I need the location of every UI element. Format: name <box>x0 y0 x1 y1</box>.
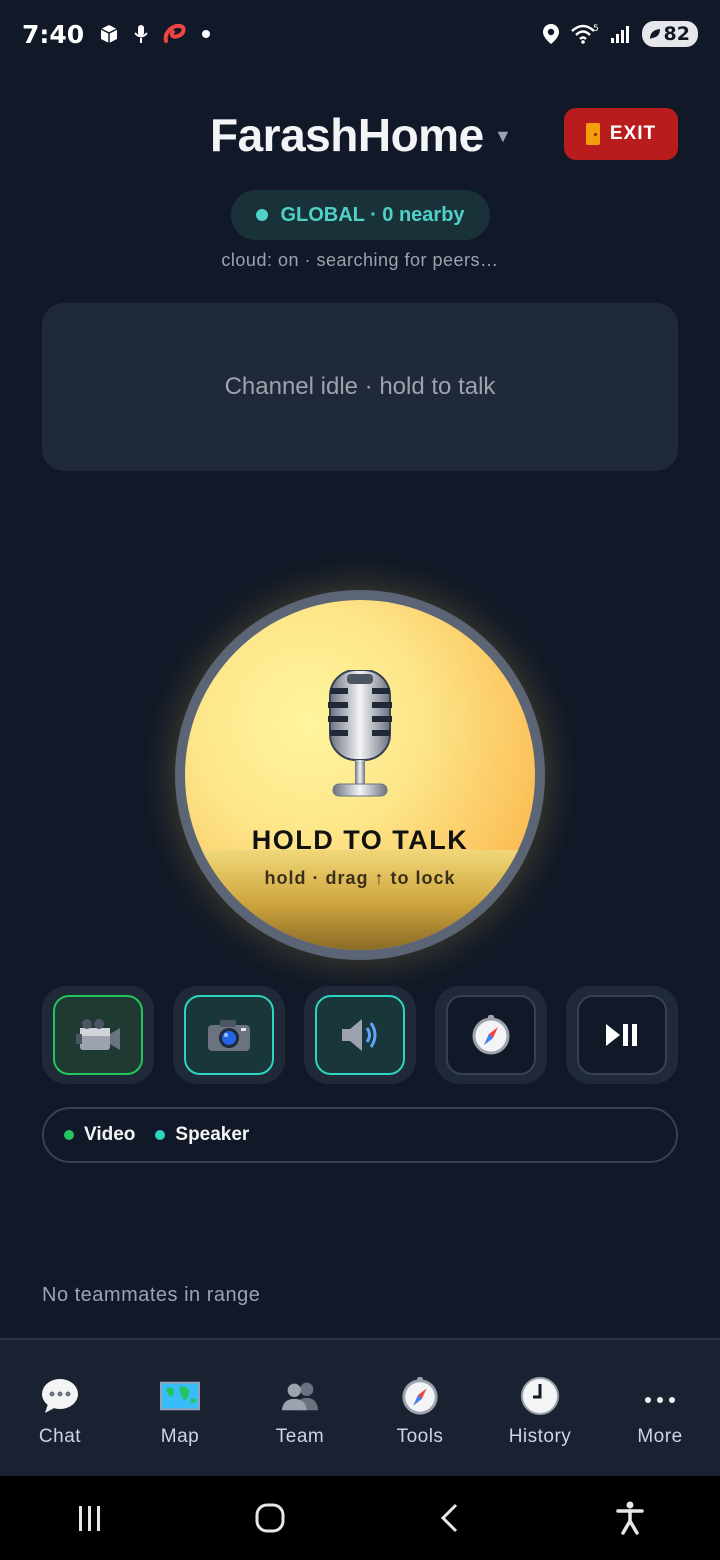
idle-text: Channel idle · hold to talk <box>224 373 496 400</box>
wifi-badge: 5 <box>593 24 599 34</box>
chevron-down-icon[interactable]: ▼ <box>494 126 512 147</box>
tab-chat[interactable]: Chat <box>0 1340 120 1476</box>
push-to-talk-face[interactable]: HOLD TO TALK hold · drag ↑ to lock <box>185 600 535 950</box>
tab-label-tools: Tools <box>396 1426 444 1447</box>
push-to-talk-button[interactable]: HOLD TO TALK hold · drag ↑ to lock <box>175 590 545 960</box>
system-nav-bar <box>0 1476 720 1560</box>
compass-icon <box>400 1376 440 1416</box>
ptt-label: HOLD TO TALK <box>251 825 469 855</box>
channel-title[interactable]: FarashHome <box>210 108 484 162</box>
team-icon <box>280 1376 320 1416</box>
signal-icon <box>610 24 632 44</box>
legend-label-speaker: Speaker <box>175 1124 250 1145</box>
tab-label-map: Map <box>160 1426 200 1447</box>
box-icon <box>98 23 120 45</box>
channel-pill-label: GLOBAL · 0 nearby <box>280 203 465 226</box>
clock-icon <box>520 1376 560 1416</box>
dot-icon <box>202 30 211 38</box>
camera-button[interactable] <box>184 995 274 1075</box>
legend-label-video: Video <box>84 1124 136 1145</box>
tab-label-history: History <box>508 1426 572 1447</box>
mic-icon <box>134 24 148 44</box>
tab-more[interactable]: More <box>600 1340 720 1476</box>
camera-icon <box>208 1020 250 1051</box>
exit-label: EXIT <box>609 123 657 144</box>
home-icon <box>255 1503 285 1533</box>
channel-status-pill[interactable]: GLOBAL · 0 nearby <box>231 190 490 240</box>
compass-icon <box>472 1015 510 1055</box>
tool-slot-playpause <box>566 986 678 1084</box>
play-pause-button[interactable] <box>577 995 667 1075</box>
home-button[interactable] <box>230 1488 310 1548</box>
tab-team[interactable]: Team <box>240 1340 360 1476</box>
accessibility-icon <box>616 1501 644 1535</box>
wifi-icon: 5 <box>570 23 600 45</box>
bottom-tab-bar: Chat Map Team Tools History More <box>0 1338 720 1476</box>
speaker-icon <box>342 1019 377 1051</box>
header: FarashHome ▼ EXIT <box>0 100 720 170</box>
airtel-icon <box>162 21 188 47</box>
speaker-button[interactable] <box>315 995 405 1075</box>
legend-item-speaker: Speaker <box>155 1124 249 1146</box>
tab-label-more: More <box>637 1426 683 1447</box>
compass-button[interactable] <box>446 995 536 1075</box>
status-time: 7:40 <box>22 19 85 49</box>
microphone-icon <box>328 670 392 797</box>
status-bar: 7:40 5 82 <box>0 0 720 68</box>
battery-icon: 82 <box>641 21 698 47</box>
exit-button[interactable]: EXIT <box>564 108 678 160</box>
video-camera-button[interactable] <box>53 995 143 1075</box>
tools-row <box>42 986 678 1084</box>
tool-slot-camera <box>173 986 285 1084</box>
back-button[interactable] <box>410 1488 490 1548</box>
accessibility-button[interactable] <box>590 1488 670 1548</box>
chat-bubble-icon <box>40 1376 80 1416</box>
ptt-sublabel: hold · drag ↑ to lock <box>264 868 456 888</box>
legend-dot-video <box>64 1130 74 1140</box>
status-dot <box>256 209 269 221</box>
tool-slot-compass <box>435 986 547 1084</box>
recents-button[interactable] <box>50 1488 130 1548</box>
video-camera-icon <box>76 1019 120 1050</box>
cloud-status: cloud: on · searching for peers… <box>221 250 499 270</box>
active-media-legend: Video Speaker <box>42 1107 678 1163</box>
back-icon <box>440 1503 458 1533</box>
ptt-horizon <box>185 850 535 950</box>
more-dots-icon <box>640 1376 680 1416</box>
tab-label-chat: Chat <box>38 1426 82 1447</box>
tab-history[interactable]: History <box>480 1340 600 1476</box>
tool-slot-speaker <box>304 986 416 1084</box>
legend-dot-speaker <box>155 1130 166 1140</box>
location-icon <box>542 23 560 45</box>
door-icon <box>585 123 600 145</box>
tool-slot-video <box>42 986 154 1084</box>
battery-level: 82 <box>663 23 690 45</box>
team-status: No teammates in range <box>42 1284 261 1306</box>
recents-icon <box>79 1506 100 1531</box>
map-icon <box>160 1376 200 1416</box>
play-pause-icon <box>606 1024 637 1046</box>
channel-idle-card: Channel idle · hold to talk <box>42 303 678 471</box>
tab-map[interactable]: Map <box>120 1340 240 1476</box>
tab-tools[interactable]: Tools <box>360 1340 480 1476</box>
legend-item-video: Video <box>64 1124 135 1146</box>
tab-label-team: Team <box>275 1426 325 1447</box>
